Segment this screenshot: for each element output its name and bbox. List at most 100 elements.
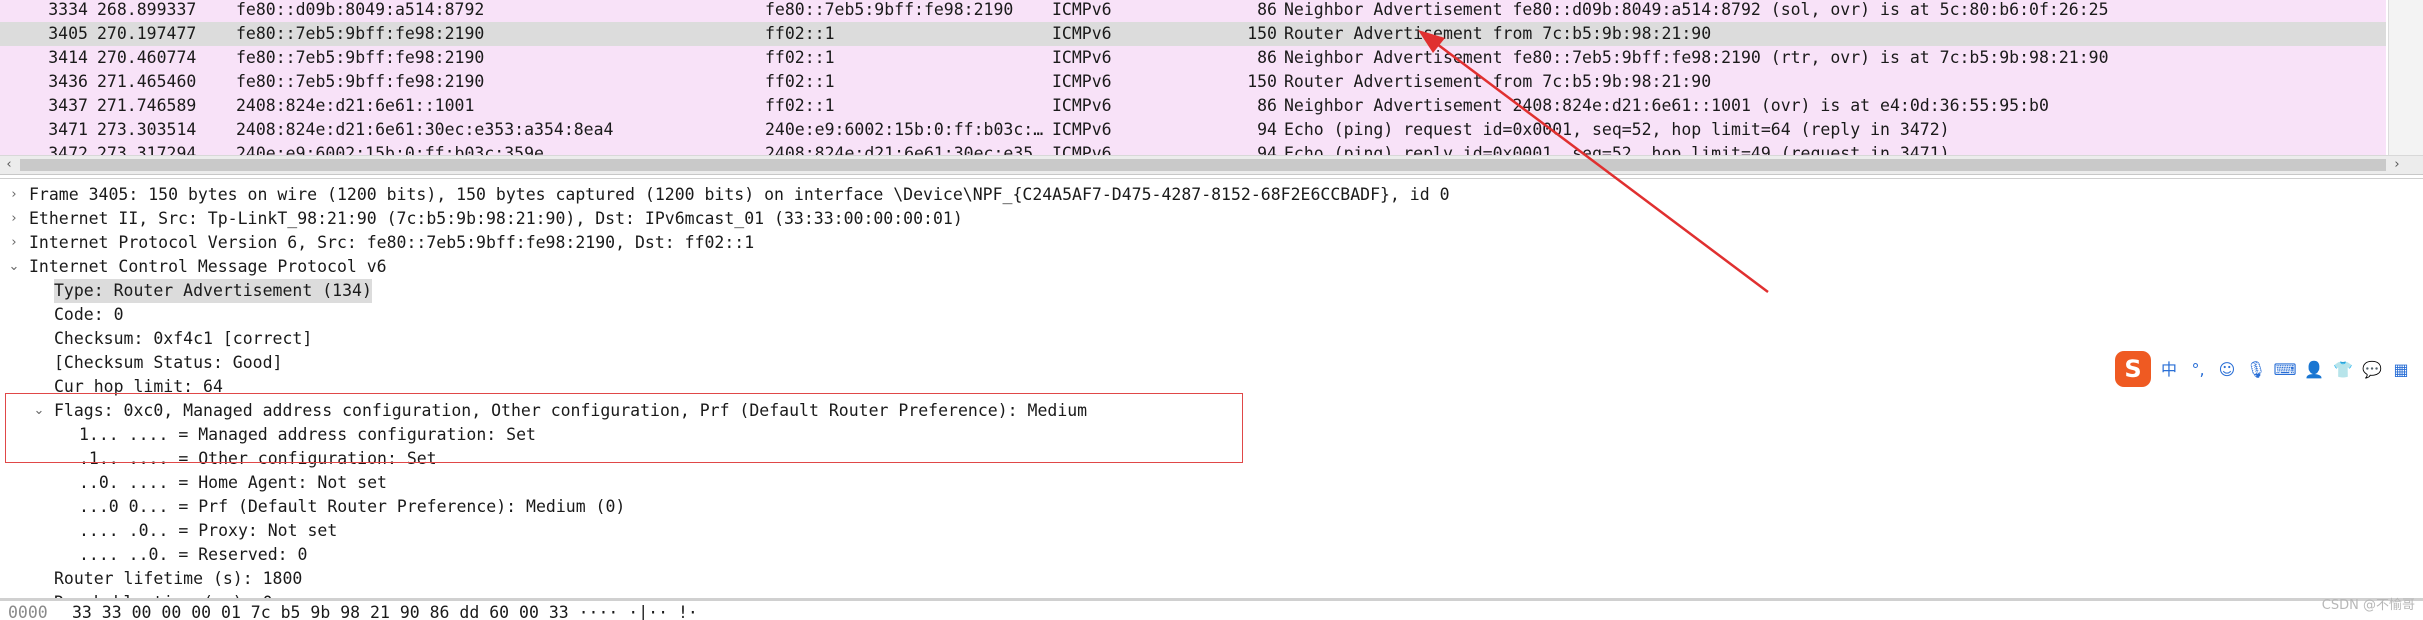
packet-cell-info: Echo (ping) reply id=0x0001, seq=52, hop… (1284, 144, 1950, 155)
user-icon[interactable]: 👤 (2302, 358, 2326, 382)
expand-chevron-icon[interactable]: › (4, 183, 24, 207)
packet-cell-len: 150 (1247, 24, 1277, 43)
packet-cell-no: 3436 (48, 72, 88, 91)
packet-cell-no: 3472 (48, 144, 88, 155)
ime-toolbar[interactable]: S 中 °, ☺ 🎙 ⌨ 👤 👕 💬 ▦ (2115, 351, 2423, 389)
detail-row-text: Code: 0 (54, 305, 124, 324)
packet-cell-src: 2408:824e:d21:6e61::1001 (236, 96, 475, 115)
packet-cell-time: 271.465460 (97, 72, 197, 91)
watermark: CSDN @不愉哥 (2321, 598, 2415, 613)
packet-cell-dst: 2408:824e:d21:6e61:30ec:e35… (765, 144, 1044, 155)
packet-cell-len: 94 (1257, 120, 1277, 139)
packet-cell-no: 3405 (48, 24, 88, 43)
detail-row[interactable]: Reachable time (ms): 0 (0, 591, 2423, 598)
packet-list-vertical-scrollbar[interactable] (2388, 0, 2423, 155)
detail-row[interactable]: ..0. .... = Home Agent: Not set (0, 471, 2423, 495)
detail-row-text: Type: Router Advertisement (134) (54, 279, 372, 303)
packet-row[interactable]: 3334 268.899337 fe80::d09b:8049:a514:8792 f… (0, 0, 2386, 22)
bytes-hex[interactable]: 33 33 00 00 00 01 7c b5 9b 98 21 90 86 d… (72, 603, 698, 620)
detail-row[interactable]: ...0 0... = Prf (Default Router Preferen… (0, 495, 2423, 519)
detail-row[interactable]: .... ..0. = Reserved: 0 (0, 543, 2423, 567)
detail-row[interactable]: Type: Router Advertisement (134) (0, 279, 2423, 303)
detail-row-text: 1... .... = Managed address configuratio… (79, 425, 536, 444)
collapse-chevron-icon[interactable]: ⌄ (4, 255, 24, 279)
packet-row[interactable]: 3437 271.746589 2408:824e:d21:6e61::1001 ff… (0, 94, 2386, 118)
packet-cell-len: 86 (1257, 48, 1277, 67)
shirt-icon[interactable]: 👕 (2331, 358, 2355, 382)
packet-cell-info: Neighbor Advertisement 2408:824e:d21:6e6… (1284, 96, 2049, 115)
detail-row-text: .1.. .... = Other configuration: Set (79, 449, 437, 468)
packet-cell-src: fe80::d09b:8049:a514:8792 (236, 0, 485, 19)
emoji-icon[interactable]: ☺ (2215, 358, 2239, 382)
packet-cell-proto: ICMPv6 (1052, 48, 1112, 67)
packet-cell-dst: fe80::7eb5:9bff:fe98:2190 (765, 0, 1014, 19)
packet-row[interactable]: 3471 273.303514 2408:824e:d21:6e61:30ec:e3… (0, 118, 2386, 142)
packet-cell-time: 270.460774 (97, 48, 197, 67)
detail-row[interactable]: › Ethernet II, Src: Tp-LinkT_98:21:90 (7c… (0, 207, 2423, 231)
detail-row[interactable]: Checksum: 0xf4c1 [correct] (0, 327, 2423, 351)
packet-cell-proto: ICMPv6 (1052, 24, 1112, 43)
scroll-right-icon[interactable]: › (2388, 156, 2406, 174)
detail-row[interactable]: .... .0.. = Proxy: Not set (0, 519, 2423, 543)
detail-row-text: [Checksum Status: Good] (54, 353, 283, 372)
packet-list-horizontal-scrollbar[interactable]: ‹ › (0, 155, 2423, 175)
expand-chevron-icon[interactable]: › (4, 207, 24, 231)
packet-cell-time: 273.303514 (97, 120, 197, 139)
packet-cell-src: 240e:e9:6002:15b:0:ff:b03c:359e (236, 144, 544, 155)
packet-cell-info: Neighbor Advertisement fe80::d09b:8049:a… (1284, 0, 2109, 19)
detail-row-text: Ethernet II, Src: Tp-LinkT_98:21:90 (7c:… (29, 209, 963, 228)
scrollbar-thumb[interactable] (20, 159, 2386, 171)
collapse-chevron-icon[interactable]: ⌄ (29, 399, 49, 423)
detail-row-text: Router lifetime (s): 1800 (54, 569, 303, 588)
detail-row-text: Internet Protocol Version 6, Src: fe80::… (29, 233, 755, 252)
packet-cell-len: 94 (1257, 144, 1277, 155)
grid-icon[interactable]: ▦ (2389, 358, 2413, 382)
detail-row[interactable]: .1.. .... = Other configuration: Set (0, 447, 2423, 471)
microphone-icon[interactable]: 🎙 (2244, 358, 2268, 382)
detail-row[interactable]: › Internet Protocol Version 6, Src: fe80:… (0, 231, 2423, 255)
packet-list: 3334 268.899337 fe80::d09b:8049:a514:8792 f… (0, 0, 2423, 155)
detail-row[interactable]: [Checksum Status: Good] (0, 351, 2423, 375)
expand-chevron-icon[interactable]: › (4, 231, 24, 255)
detail-row-text: ..0. .... = Home Agent: Not set (79, 473, 387, 492)
detail-row[interactable]: Router lifetime (s): 1800 (0, 567, 2423, 591)
packet-cell-dst: ff02::1 (765, 72, 835, 91)
detail-row[interactable]: 1... .... = Managed address configuratio… (0, 423, 2423, 447)
scroll-left-icon[interactable]: ‹ (0, 156, 18, 174)
packet-row[interactable]: 3414 270.460774 fe80::7eb5:9bff:fe98:2190 f… (0, 46, 2386, 70)
detail-row[interactable]: › Frame 3405: 150 bytes on wire (1200 bit… (0, 183, 2423, 207)
chat-icon[interactable]: 💬 (2360, 358, 2384, 382)
keyboard-icon[interactable]: ⌨ (2273, 358, 2297, 382)
packet-cell-info: Router Advertisement from 7c:b5:9b:98:21… (1284, 72, 1712, 91)
packet-cell-proto: ICMPv6 (1052, 0, 1112, 19)
detail-row[interactable]: ⌄ Internet Control Message Protocol v6 (0, 255, 2423, 279)
packet-cell-len: 150 (1247, 72, 1277, 91)
detail-row[interactable]: ⌄ Flags: 0xc0, Managed address configurat… (0, 399, 2423, 423)
packet-cell-src: fe80::7eb5:9bff:fe98:2190 (236, 24, 485, 43)
packet-cell-no: 3471 (48, 120, 88, 139)
detail-row-text: Frame 3405: 150 bytes on wire (1200 bits… (29, 185, 1450, 204)
packet-cell-time: 270.197477 (97, 24, 197, 43)
packet-cell-time: 268.899337 (97, 0, 197, 19)
chinese-mode-icon[interactable]: 中 (2157, 358, 2181, 382)
detail-row[interactable]: Code: 0 (0, 303, 2423, 327)
punctuation-icon[interactable]: °, (2186, 358, 2210, 382)
detail-row[interactable]: Cur hop limit: 64 (0, 375, 2423, 399)
packet-row-selected[interactable]: 3405 270.197477 fe80::7eb5:9bff:fe98:2190 f… (0, 22, 2386, 46)
packet-cell-proto: ICMPv6 (1052, 144, 1112, 155)
packet-cell-dst: 240e:e9:6002:15b:0:ff:b03c:… (765, 120, 1044, 139)
packet-cell-dst: ff02::1 (765, 48, 835, 67)
packet-row[interactable]: 3472 273.317294 240e:e9:6002:15b:0:ff:b03c… (0, 142, 2386, 155)
packet-cell-dst: ff02::1 (765, 24, 835, 43)
packet-cell-no: 3437 (48, 96, 88, 115)
detail-row-text: Reachable time (ms): 0 (54, 591, 273, 598)
packet-row[interactable]: 3436 271.465460 fe80::7eb5:9bff:fe98:2190 f… (0, 70, 2386, 94)
packet-cell-info: Echo (ping) request id=0x0001, seq=52, h… (1284, 120, 1950, 139)
packet-cell-time: 271.746589 (97, 96, 197, 115)
bytes-offset: 0000 (8, 603, 48, 620)
packet-cell-len: 86 (1257, 96, 1277, 115)
ime-logo-icon[interactable]: S (2115, 351, 2151, 387)
packet-cell-proto: ICMPv6 (1052, 72, 1112, 91)
packet-cell-proto: ICMPv6 (1052, 120, 1112, 139)
packet-cell-proto: ICMPv6 (1052, 96, 1112, 115)
